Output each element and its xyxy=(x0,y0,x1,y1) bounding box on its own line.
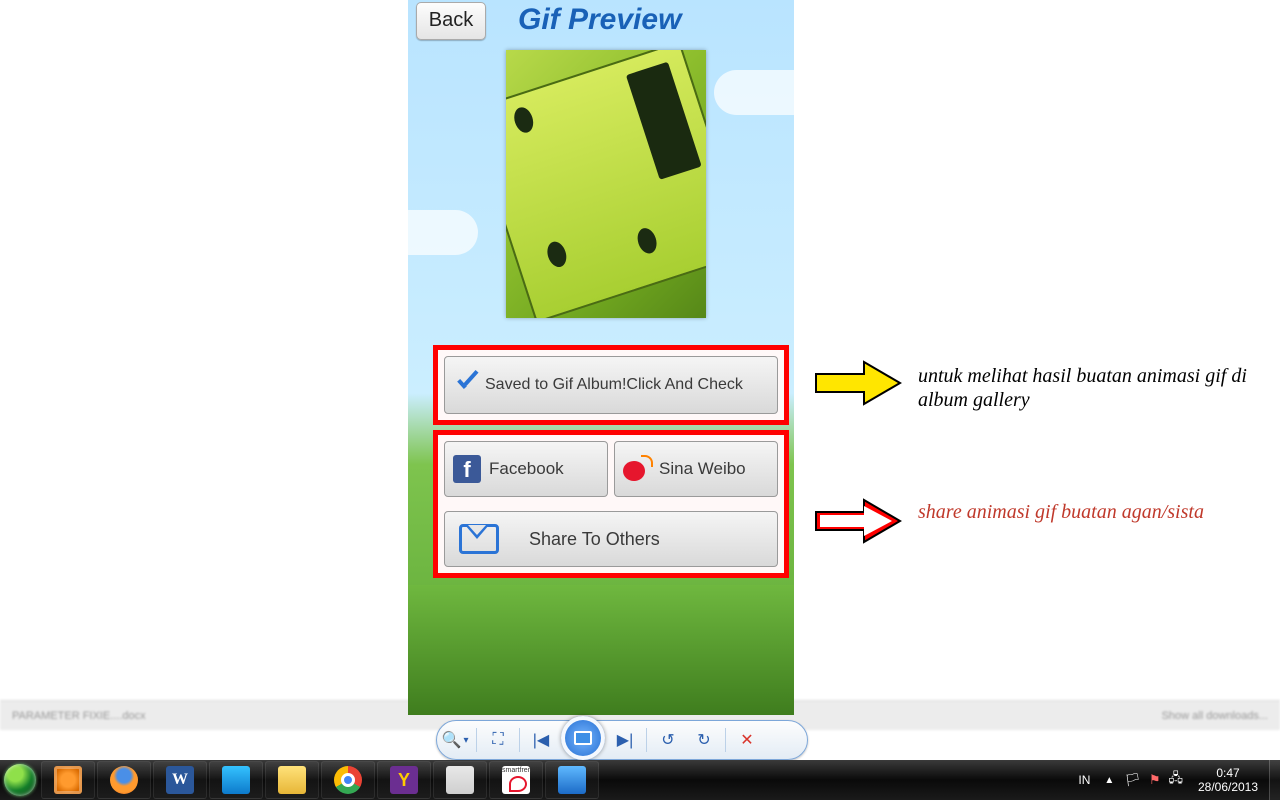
facebook-label: Facebook xyxy=(489,459,564,479)
ymessenger-icon: Y xyxy=(390,766,418,794)
show-desktop-button[interactable] xyxy=(1269,760,1280,800)
share-facebook-button[interactable]: f Facebook xyxy=(444,441,608,497)
picture-viewer-toolbar: 🔍▾ ⛶ |◀ ▶| ↺ ↻ ✕ xyxy=(436,720,808,760)
annotation-b-text: share animasi gif buatan agan/sista xyxy=(918,501,1204,523)
highlight-box-share: f Facebook Sina Weibo Share To Others xyxy=(433,430,789,578)
taskbar-app-explorer[interactable] xyxy=(265,761,319,799)
prev-icon: |◀ xyxy=(533,730,549,750)
show-all-downloads[interactable]: Show all downloads... xyxy=(1162,710,1268,722)
zoom-icon: 🔍 xyxy=(442,730,462,750)
taskbar-app-word[interactable]: W xyxy=(153,761,207,799)
decor-cloud xyxy=(714,70,794,115)
explorer-icon xyxy=(278,766,306,794)
rotate-cw-button[interactable]: ↻ xyxy=(688,726,720,754)
tray-flag-icon[interactable]: 🏳 xyxy=(1120,772,1145,788)
clock-time: 0:47 xyxy=(1189,766,1267,780)
divider xyxy=(519,728,520,752)
taskbar-clock[interactable]: 0:47 28/06/2013 xyxy=(1187,766,1269,794)
language-indicator[interactable]: IN xyxy=(1070,773,1098,787)
canvas: PARAMETER FIXIE....docx Show all downloa… xyxy=(0,0,1280,800)
check-icon xyxy=(453,372,479,398)
taskbar-app-smartfren[interactable]: smartfren xyxy=(489,761,543,799)
fit-button[interactable]: ⛶ xyxy=(482,726,514,754)
page-title: Gif Preview xyxy=(518,0,681,40)
arrow-red-icon xyxy=(814,498,904,544)
word-icon: W xyxy=(166,766,194,794)
delete-button[interactable]: ✕ xyxy=(731,726,763,754)
taskbar-app-wmplayer[interactable] xyxy=(41,761,95,799)
prev-button[interactable]: |◀ xyxy=(525,726,557,754)
pcb-illustration xyxy=(506,50,706,318)
windows-orb-icon xyxy=(4,764,36,796)
divider xyxy=(646,728,647,752)
slideshow-icon xyxy=(573,730,593,746)
next-icon: ▶| xyxy=(617,730,633,750)
share-weibo-button[interactable]: Sina Weibo xyxy=(614,441,778,497)
arrow-yellow-icon xyxy=(814,360,904,406)
decor-grass xyxy=(408,585,794,715)
tray-network-icon[interactable]: 🖧 xyxy=(1165,769,1188,791)
capacitor-icon xyxy=(544,239,569,269)
facebook-icon: f xyxy=(453,455,481,483)
rotate-ccw-icon: ↺ xyxy=(661,730,674,750)
download-item[interactable]: PARAMETER FIXIE....docx xyxy=(12,710,146,722)
clock-date: 28/06/2013 xyxy=(1189,780,1267,794)
taskbar-app-firefox[interactable] xyxy=(97,761,151,799)
annotation-a-text: untuk melihat hasil buatan animasi gif d… xyxy=(918,365,1247,411)
taskbar-app-paint[interactable] xyxy=(433,761,487,799)
wmp-icon xyxy=(54,766,82,794)
taskbar-app-ymessenger[interactable]: Y xyxy=(377,761,431,799)
divider xyxy=(476,728,477,752)
capacitor-icon xyxy=(511,105,536,135)
zoom-button[interactable]: 🔍▾ xyxy=(439,726,471,754)
smartfren-icon: smartfren xyxy=(502,766,530,794)
tray-overflow-button[interactable]: ▲ xyxy=(1098,775,1120,786)
annotation-b: share animasi gif buatan agan/sista xyxy=(918,500,1204,524)
phone-screenshot: Back Gif Preview Saved to Gif Album!Clic… xyxy=(408,0,794,715)
gif-preview-image[interactable] xyxy=(506,50,706,318)
decor-cloud xyxy=(408,210,478,255)
start-button[interactable] xyxy=(0,760,40,800)
windows-taskbar: W Y smartfren IN ▲ 🏳 ⚑ 🖧 0:47 28/06/2013 xyxy=(0,760,1280,800)
share-others-label: Share To Others xyxy=(529,529,660,550)
chrome-icon xyxy=(334,766,362,794)
photoviewer-icon xyxy=(558,766,586,794)
annotation-a: untuk melihat hasil buatan animasi gif d… xyxy=(918,364,1280,412)
rotate-cw-icon: ↻ xyxy=(697,730,710,750)
tray-action-center-icon[interactable]: ⚑ xyxy=(1145,772,1165,788)
saved-to-album-button[interactable]: Saved to Gif Album!Click And Check xyxy=(444,356,778,414)
saved-label: Saved to Gif Album!Click And Check xyxy=(485,376,743,394)
capacitor-icon xyxy=(635,226,660,256)
taskbar-app-pictures[interactable] xyxy=(209,761,263,799)
firefox-icon xyxy=(110,766,138,794)
next-button[interactable]: ▶| xyxy=(609,726,641,754)
share-row: f Facebook Sina Weibo xyxy=(444,441,778,497)
taskbar-app-chrome[interactable] xyxy=(321,761,375,799)
taskbar-app-photoviewer[interactable] xyxy=(545,761,599,799)
weibo-label: Sina Weibo xyxy=(659,459,746,479)
system-tray: IN ▲ 🏳 ⚑ 🖧 0:47 28/06/2013 xyxy=(1070,760,1280,800)
app-header: Back Gif Preview xyxy=(408,0,794,46)
rotate-ccw-button[interactable]: ↺ xyxy=(652,726,684,754)
close-icon: ✕ xyxy=(740,730,753,750)
chip-icon xyxy=(626,62,702,180)
back-button[interactable]: Back xyxy=(416,2,486,40)
weibo-icon xyxy=(623,455,653,483)
fit-icon: ⛶ xyxy=(492,731,503,749)
divider xyxy=(725,728,726,752)
share-others-button[interactable]: Share To Others xyxy=(444,511,778,567)
pictures-icon xyxy=(222,766,250,794)
highlight-box-saved: Saved to Gif Album!Click And Check xyxy=(433,345,789,425)
mail-icon xyxy=(459,524,499,554)
paint-icon xyxy=(446,766,474,794)
slideshow-button[interactable] xyxy=(561,716,605,760)
